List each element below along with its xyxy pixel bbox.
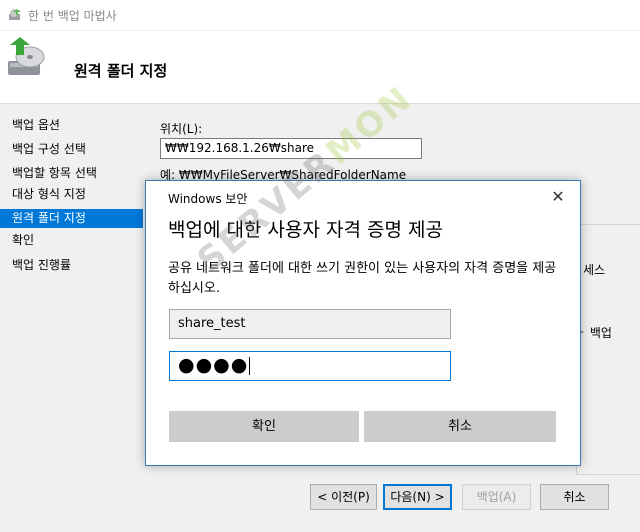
username-field[interactable]: share_test: [169, 309, 451, 339]
sidebar-item-backup-options[interactable]: 백업 옵션: [0, 116, 143, 135]
backup-drive-icon: [8, 37, 45, 75]
sidebar-item-remote-folder[interactable]: 원격 폴더 지정: [0, 209, 143, 228]
prev-button[interactable]: < 이전(P): [310, 484, 377, 510]
password-mask: ●●●●: [178, 354, 249, 376]
page-title: 원격 폴더 지정: [74, 62, 168, 80]
wizard-cancel-button[interactable]: 취소: [540, 484, 609, 510]
window-titlebar: 한 번 백업 마법사: [0, 0, 640, 31]
sidebar-item-progress[interactable]: 백업 진행률: [0, 256, 143, 275]
wizard-sidebar: 백업 옵션 백업 구성 선택 백업할 항목 선택 대상 형식 지정 원격 폴더 …: [0, 104, 143, 532]
credential-dialog: Windows 보안 ✕ 백업에 대한 사용자 자격 증명 제공 공유 네트워크…: [145, 180, 581, 466]
sidebar-item-destination-type[interactable]: 대상 형식 지정: [0, 185, 143, 204]
sidebar-item-confirmation[interactable]: 확인: [0, 231, 143, 250]
backup-app-icon: [9, 9, 21, 20]
window-title: 한 번 백업 마법사: [28, 9, 117, 23]
text-caret: [249, 356, 251, 375]
password-field[interactable]: ●●●●: [169, 351, 451, 381]
backup-button[interactable]: 백업(A): [462, 484, 531, 510]
background-text-access: 세스: [583, 263, 606, 277]
dialog-title: Windows 보안: [168, 192, 248, 206]
location-input[interactable]: ₩₩192.168.1.26₩share: [160, 138, 422, 159]
ok-button[interactable]: 확인: [169, 411, 359, 442]
next-button[interactable]: 다음(N) >: [383, 484, 452, 510]
close-icon[interactable]: ✕: [548, 187, 568, 207]
location-label: 위치(L):: [160, 122, 203, 136]
sidebar-item-backup-config[interactable]: 백업 구성 선택: [0, 140, 143, 159]
wizard-header: 원격 폴더 지정: [0, 31, 640, 104]
dialog-message: 공유 네트워크 폴더에 대한 쓰기 권한이 있는 사용자의 자격 증명을 제공하…: [168, 261, 557, 296]
dialog-heading: 백업에 대한 사용자 자격 증명 제공: [168, 219, 443, 241]
sidebar-item-select-items[interactable]: 백업할 항목 선택: [0, 164, 143, 183]
dialog-cancel-button[interactable]: 취소: [364, 411, 556, 442]
